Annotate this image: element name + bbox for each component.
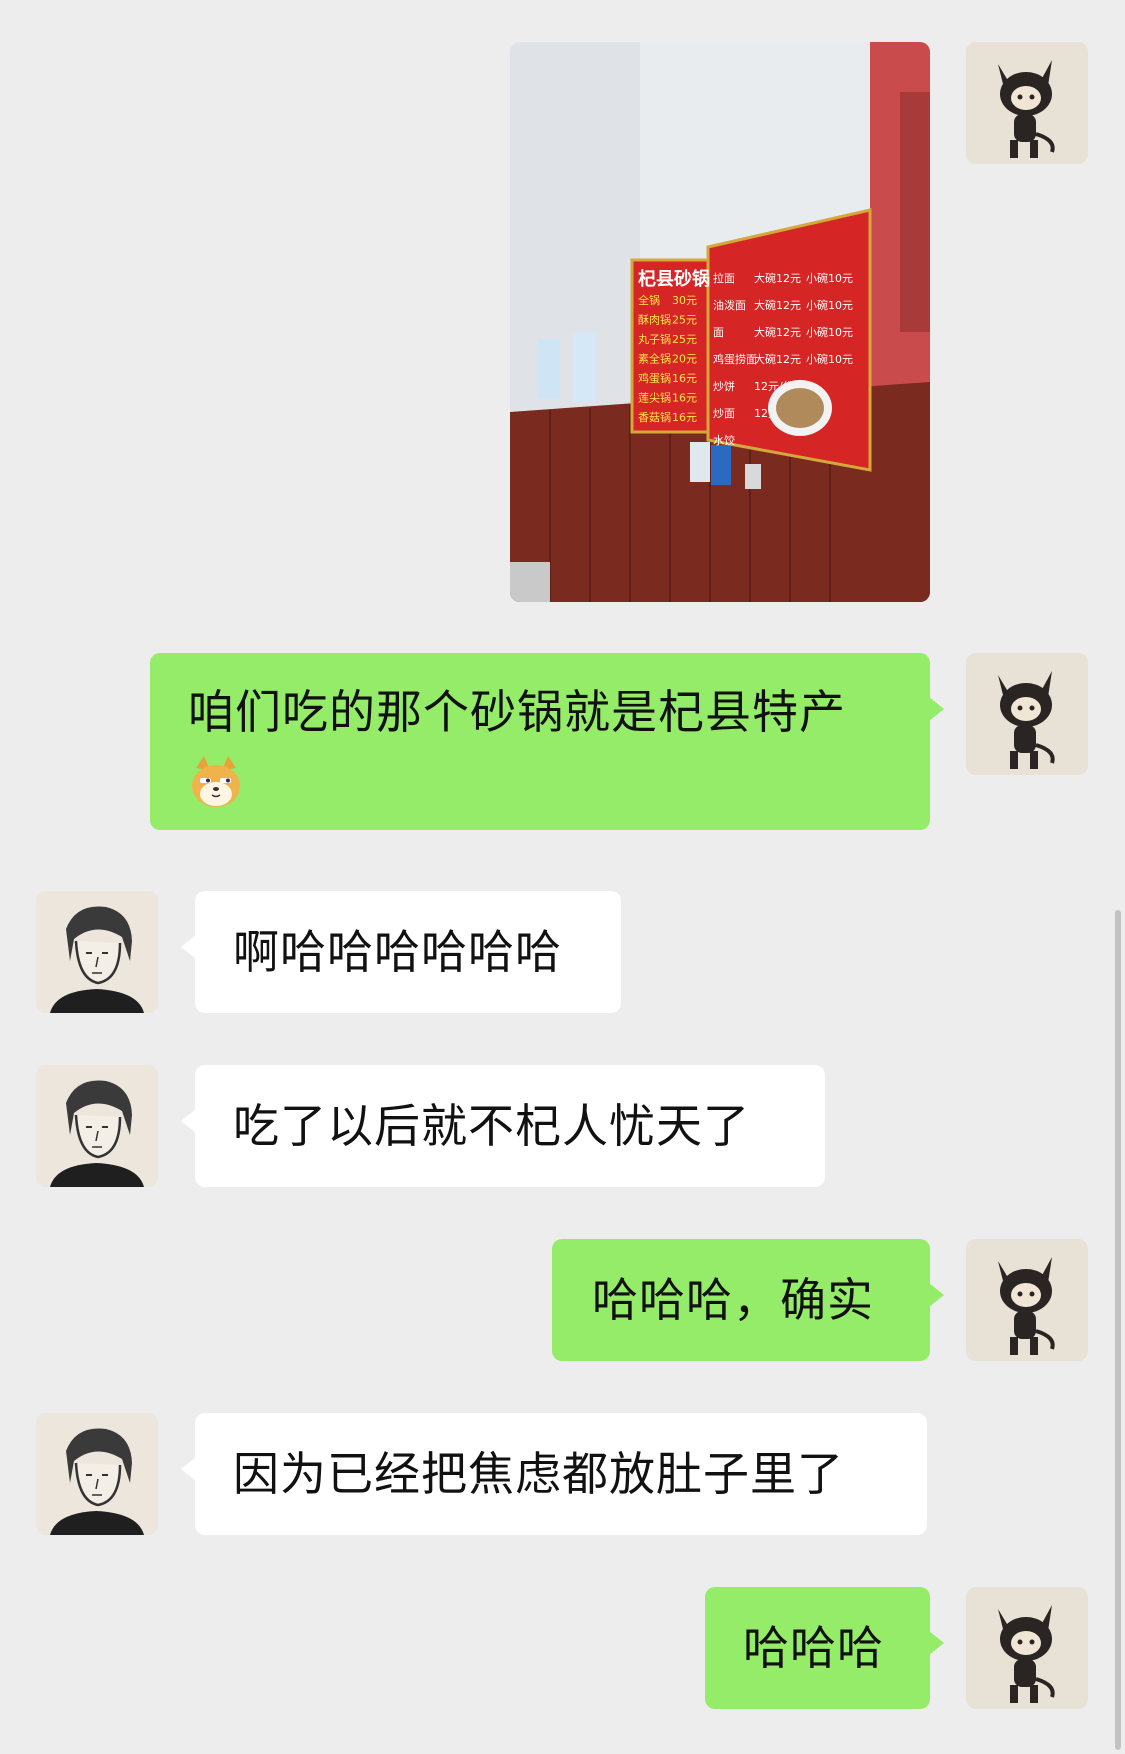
message-text: 咱们吃的那个砂锅就是杞县特产 [188, 685, 846, 739]
photo-menu-item: 香菇锅 [638, 410, 671, 424]
photo-menu-item: 鸡蛋锅 [638, 371, 671, 385]
photo-menu-entry: 拉面 [713, 271, 735, 285]
contact-avatar[interactable] [36, 1413, 158, 1535]
photo-menu-entry: 大碗12元 [754, 352, 801, 366]
message-text: 因为已经把焦虑都放肚子里了 [233, 1447, 844, 1501]
photo-menu-item: 丸子锅 [638, 333, 671, 346]
photo-menu-entry: 炒面 [713, 407, 735, 420]
my-avatar[interactable] [966, 1587, 1088, 1709]
photo-menu-entry: 鸡蛋捞面 [713, 352, 757, 366]
doge-emoji-icon [188, 754, 244, 810]
photo-menu-entry: 水饺 [713, 433, 735, 447]
scrollbar[interactable] [1115, 910, 1121, 1750]
message-bubble-incoming[interactable]: 因为已经把焦虑都放肚子里了 [181, 1413, 927, 1535]
message-text: 哈哈哈，确实 [592, 1273, 874, 1327]
photo-menu-item: 素全锅 [638, 352, 671, 366]
photo-menu-entry: 炒饼 [713, 379, 735, 393]
message-text: 啊哈哈哈哈哈哈 [233, 925, 562, 979]
photo-menu-price: 16元 [672, 392, 697, 405]
photo-menu-price: 16元 [672, 411, 697, 424]
photo-menu-entry: 小碗10元 [806, 325, 853, 339]
my-avatar[interactable] [966, 1239, 1088, 1361]
message-text: 哈哈哈 [743, 1621, 884, 1675]
photo-menu-item: 莲尖锅 [638, 392, 671, 405]
photo-menu-entry: 大碗12元 [754, 325, 801, 339]
photo-menu-item: 酥肉锅 [638, 314, 671, 327]
photo-menu-price: 20元 [672, 353, 697, 366]
photo-menu-entry: 小碗10元 [806, 352, 853, 366]
message-bubble-outgoing[interactable]: 咱们吃的那个砂锅就是杞县特产 [150, 653, 944, 830]
message-bubble-incoming[interactable]: 啊哈哈哈哈哈哈 [181, 891, 621, 1013]
photo-menu-price: 30元 [672, 294, 697, 307]
photo-menu-item: 全锅 [638, 293, 660, 307]
photo-menu-entry: 油泼面 [713, 298, 746, 312]
message-bubble-incoming[interactable]: 吃了以后就不杞人忧天了 [181, 1065, 825, 1187]
photo-menu-entry: 小碗10元 [806, 271, 853, 285]
shared-photo[interactable]: 杞县砂锅 全锅 30元 酥肉锅 25元 丸子锅 25元 素全锅 20元 鸡蛋锅 16元 莲尖锅 16元… [510, 42, 930, 602]
photo-menu-entry: 大碗12元 [754, 271, 801, 285]
contact-avatar[interactable] [36, 891, 158, 1013]
message-bubble-outgoing[interactable]: 哈哈哈 [705, 1587, 944, 1709]
photo-left-title: 杞县砂锅 [638, 268, 710, 290]
my-avatar[interactable] [966, 653, 1088, 775]
photo-menu-price: 25元 [672, 333, 697, 346]
contact-avatar[interactable] [36, 1065, 158, 1187]
photo-menu-price: 25元 [672, 314, 697, 327]
photo-menu-entry: 面 [713, 326, 724, 339]
photo-menu-price: 16元 [672, 372, 697, 385]
photo-menu-entry: 大碗12元 [754, 298, 801, 312]
message-text: 吃了以后就不杞人忧天了 [233, 1099, 750, 1153]
my-avatar[interactable] [966, 42, 1088, 164]
photo-menu-entry: 小碗10元 [806, 298, 853, 312]
message-bubble-outgoing[interactable]: 哈哈哈，确实 [552, 1239, 944, 1361]
